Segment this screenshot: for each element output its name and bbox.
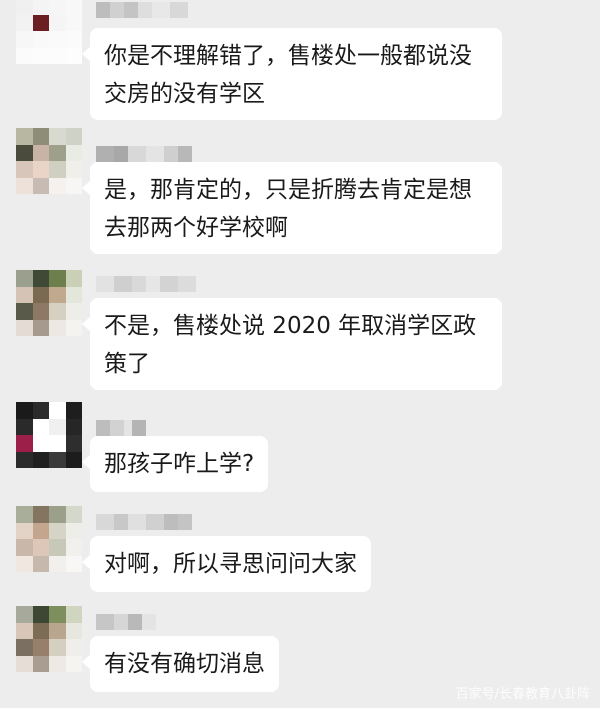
sender-name-blurred bbox=[96, 276, 196, 292]
message-bubble[interactable]: 不是，售楼处说 2020 年取消学区政 策了 bbox=[82, 298, 502, 390]
avatar[interactable] bbox=[16, 0, 82, 64]
message-bubble[interactable]: 是，那肯定的，只是折腾去肯定是想 去那两个好学校啊 bbox=[82, 162, 502, 254]
avatar[interactable] bbox=[16, 506, 82, 572]
avatar[interactable] bbox=[16, 402, 82, 468]
avatar[interactable] bbox=[16, 128, 82, 194]
avatar[interactable] bbox=[16, 270, 82, 336]
watermark: 百家号/长春教育八卦阵 bbox=[455, 687, 590, 702]
sender-name-blurred bbox=[96, 420, 146, 436]
sender-name-blurred bbox=[96, 2, 188, 18]
avatar[interactable] bbox=[16, 606, 82, 672]
message-bubble[interactable]: 有没有确切消息 bbox=[82, 636, 279, 692]
sender-name-blurred bbox=[96, 614, 156, 630]
message-bubble[interactable]: 对啊，所以寻思问问大家 bbox=[82, 536, 371, 592]
message-bubble[interactable]: 那孩子咋上学? bbox=[81, 436, 269, 492]
message-bubble[interactable]: 你是不理解错了，售楼处一般都说没 交房的没有学区 bbox=[82, 28, 502, 120]
sender-name-blurred bbox=[96, 514, 192, 530]
sender-name-blurred bbox=[96, 146, 192, 162]
